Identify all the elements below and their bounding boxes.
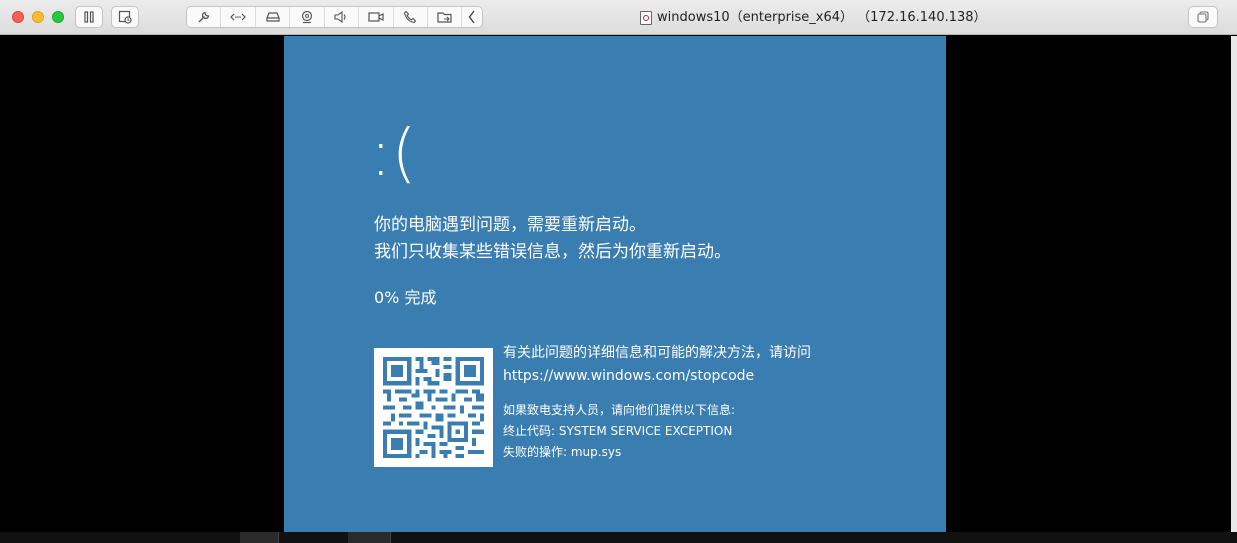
window-title-text: windows10（enterprise_x64） （172.16.140.13…	[657, 10, 987, 25]
error-line-1: 你的电脑遇到问题，需要重新启动。	[374, 215, 646, 235]
progress-text: 0% 完成	[374, 288, 437, 307]
error-message: 你的电脑遇到问题，需要重新启动。 我们只收集某些错误信息，然后为你重新启动。	[374, 212, 731, 266]
qr-code	[374, 348, 493, 467]
window-title: windows10（enterprise_x64） （172.16.140.13…	[640, 0, 987, 35]
chevron-left-icon	[468, 10, 475, 24]
sound-icon	[334, 11, 346, 23]
sound-button[interactable]	[325, 7, 360, 27]
snapshot-icon	[118, 10, 132, 24]
support-line: 如果致电支持人员，请向他们提供以下信息:	[503, 403, 736, 417]
video-icon	[368, 12, 384, 22]
video-button[interactable]	[359, 7, 394, 27]
info-line: 有关此问题的详细信息和可能的解决方法，请访问	[503, 345, 811, 361]
camera-icon	[301, 10, 313, 24]
host-strip-segment	[240, 532, 279, 543]
title-bar: windows10（enterprise_x64） （172.16.140.13…	[0, 0, 1237, 35]
close-window-button[interactable]	[12, 11, 24, 23]
phone-button[interactable]	[394, 7, 428, 27]
device-toolbar	[186, 6, 483, 28]
settings-button[interactable]	[187, 7, 222, 27]
network-icon	[230, 13, 246, 21]
vm-window: windows10（enterprise_x64） （172.16.140.13…	[0, 0, 1237, 543]
disk-button[interactable]	[256, 7, 291, 27]
stop-code: 终止代码: SYSTEM SERVICE EXCEPTION	[503, 424, 733, 438]
host-taskbar-strip	[0, 532, 1237, 543]
snapshot-button[interactable]	[111, 6, 139, 28]
disk-icon	[265, 12, 280, 22]
error-line-2: 我们只收集某些错误信息，然后为你重新启动。	[374, 242, 731, 262]
pause-button[interactable]	[75, 6, 103, 28]
qr-code-icon	[383, 357, 484, 458]
window-edge	[1231, 36, 1237, 532]
fullscreen-icon	[1197, 11, 1209, 23]
host-strip-segment	[348, 532, 391, 543]
collapse-toolbar-button[interactable]	[462, 7, 482, 27]
bsod-screen[interactable]: :( 你的电脑遇到问题，需要重新启动。 我们只收集某些错误信息，然后为你重新启动…	[284, 36, 946, 532]
fullscreen-button[interactable]	[1188, 6, 1218, 28]
sad-face: :(	[370, 117, 417, 191]
network-button[interactable]	[221, 7, 256, 27]
failed-operation: 失败的操作: mup.sys	[503, 445, 622, 459]
stopcode-link: https://www.windows.com/stopcode	[503, 368, 755, 384]
camera-button[interactable]	[290, 7, 325, 27]
minimize-window-button[interactable]	[32, 11, 44, 23]
maximize-window-button[interactable]	[52, 11, 64, 23]
vm-document-icon	[640, 10, 652, 25]
shared-folder-button[interactable]	[428, 7, 463, 27]
shared-folder-icon	[437, 11, 452, 23]
pause-icon	[84, 11, 94, 23]
info-block: 有关此问题的详细信息和可能的解决方法，请访问 https://www.windo…	[503, 342, 811, 463]
settings-wrench-icon	[198, 11, 209, 23]
phone-icon	[404, 10, 417, 24]
